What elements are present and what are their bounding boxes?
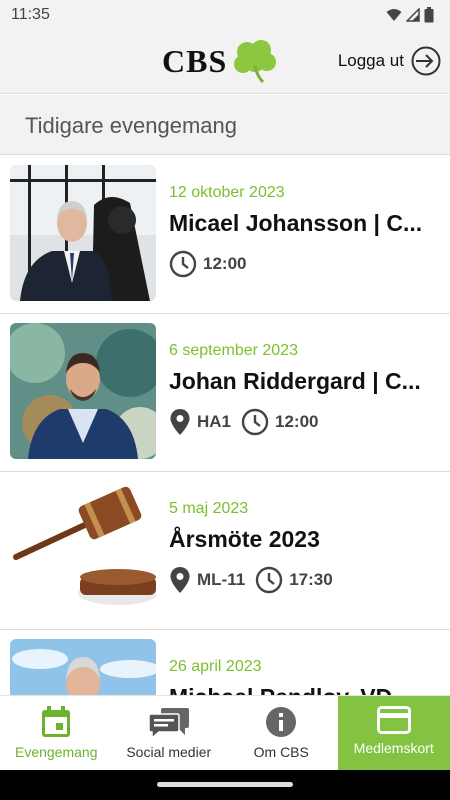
event-location: ML-11: [169, 566, 245, 594]
event-photo: [10, 165, 156, 301]
event-photo: [10, 639, 156, 695]
event-list-item[interactable]: 6 september 2023 Johan Riddergard | C...…: [0, 314, 450, 472]
tab-om-cbs[interactable]: Om CBS: [225, 696, 338, 770]
event-location-text: ML-11: [197, 570, 246, 589]
wifi-icon: [386, 9, 402, 21]
system-nav-bar: [0, 770, 450, 800]
event-meta: ML-11 17:30: [169, 566, 333, 594]
tab-label: Evengemang: [14, 744, 98, 760]
home-indicator[interactable]: [157, 782, 293, 787]
tab-evengemang[interactable]: Evengemang: [0, 696, 113, 770]
event-time-text: 12:00: [203, 254, 247, 273]
tab-medlemskort[interactable]: Medlemskort: [337, 696, 450, 770]
calendar-icon: [42, 706, 71, 737]
location-pin-icon: [170, 567, 190, 593]
shamrock-icon: [234, 40, 277, 84]
event-meta: HA1 12:00: [169, 408, 319, 436]
status-bar: 11:35: [0, 0, 450, 32]
info-icon: [266, 707, 297, 737]
event-meta: 12:00: [169, 250, 246, 278]
logout-label: Logga ut: [337, 51, 404, 70]
event-location: HA1: [169, 408, 231, 436]
event-time-text: 12:00: [275, 412, 319, 431]
app-header: CBS Logga ut: [0, 32, 450, 94]
cbs-logo: CBS: [162, 38, 281, 84]
location-pin-icon: [170, 409, 190, 435]
tab-social-medier[interactable]: Social medier: [113, 696, 226, 770]
event-time: 17:30: [255, 566, 333, 594]
event-title: Johan Riddergard | C...: [169, 368, 421, 394]
clock-icon: [241, 408, 269, 436]
status-time: 11:35: [11, 6, 50, 23]
card-icon: [376, 706, 411, 734]
event-time: 12:00: [241, 408, 319, 436]
event-photo: [10, 323, 156, 459]
event-list[interactable]: 12 oktober 2023 Micael Johansson | C... …: [0, 156, 450, 695]
event-list-item[interactable]: 12 oktober 2023 Micael Johansson | C... …: [0, 156, 450, 314]
tab-label: Medlemskort: [353, 740, 434, 756]
logout-icon: [411, 46, 441, 76]
logout-button[interactable]: Logga ut: [338, 45, 442, 77]
section-title: Tidigare evengemang: [25, 113, 237, 138]
event-photo: [10, 481, 156, 617]
event-list-item[interactable]: 26 april 2023 Michael Pendlov, VD: [0, 630, 450, 695]
event-time-text: 17:30: [289, 570, 333, 589]
event-date: 5 maj 2023: [169, 500, 249, 517]
event-list-item[interactable]: 5 maj 2023 Årsmöte 2023 ML-11 17:30: [0, 472, 450, 630]
event-title: Michael Pendlov, VD: [169, 684, 435, 695]
section-header: Tidigare evengemang: [0, 95, 450, 155]
event-title: Årsmöte 2023: [169, 526, 320, 552]
event-date: 6 september 2023: [169, 342, 298, 359]
signal-icon: [406, 8, 420, 22]
clock-icon: [255, 566, 283, 594]
chat-icon: [148, 708, 189, 738]
logo-text: CBS: [162, 42, 228, 79]
event-date: 26 april 2023: [169, 658, 262, 675]
status-icons: [386, 7, 434, 23]
clock-icon: [169, 250, 197, 278]
event-location-text: HA1: [197, 412, 232, 431]
tab-label: Social medier: [126, 744, 212, 760]
event-date: 12 oktober 2023: [169, 184, 285, 201]
bottom-nav: Evengemang Social medier Om CBS Medlemsk…: [0, 695, 450, 770]
battery-icon: [424, 7, 434, 23]
event-time: 12:00: [169, 250, 246, 278]
event-title: Micael Johansson | C...: [169, 210, 423, 236]
tab-label: Om CBS: [253, 744, 309, 760]
